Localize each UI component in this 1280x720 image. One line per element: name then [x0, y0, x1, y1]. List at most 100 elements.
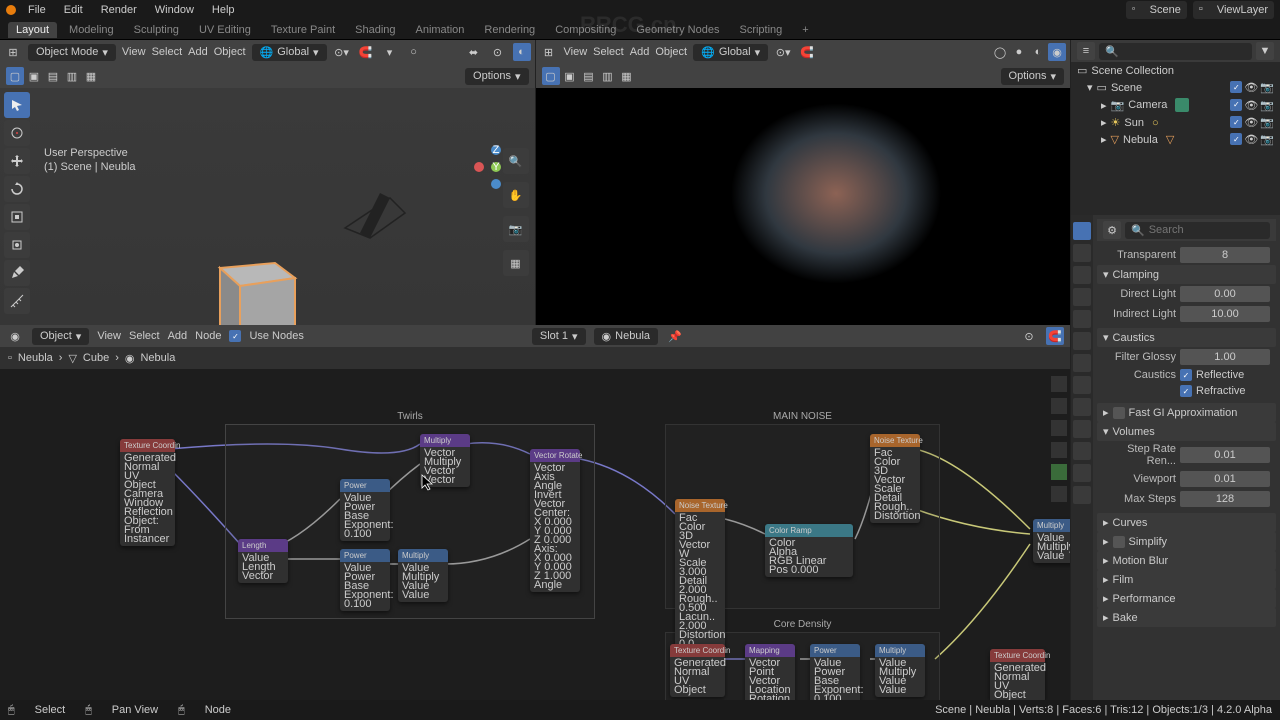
props-tab-data[interactable]	[1073, 442, 1091, 460]
ne-menu-add[interactable]: Add	[168, 330, 188, 342]
node-tex_coord-0[interactable]: Texture CoordinGeneratedNormalUVObjectCa…	[120, 439, 175, 546]
transparent-value[interactable]: 8	[1180, 247, 1270, 263]
node-header[interactable]: Noise Texture	[870, 434, 920, 447]
props-tab-constraints[interactable]	[1073, 420, 1091, 438]
node-header[interactable]: Multiply	[420, 434, 470, 447]
node-header[interactable]: Noise Texture	[675, 499, 725, 512]
tool-move[interactable]	[4, 148, 30, 174]
select-mode-subtract[interactable]: ▤	[580, 67, 598, 85]
viewlayer-selector[interactable]: ▫ ViewLayer	[1193, 1, 1274, 19]
props-tab-world[interactable]	[1073, 310, 1091, 328]
select-mode-box[interactable]: ▢	[6, 67, 24, 85]
props-tab-material[interactable]	[1073, 464, 1091, 482]
vp-menu-view[interactable]: View	[564, 46, 588, 58]
overlay-toggle[interactable]: ⊙	[489, 43, 507, 61]
direct-light-value[interactable]: 0.00	[1180, 286, 1270, 302]
node-header[interactable]: Multiply	[398, 549, 448, 562]
eye-icon[interactable]: 👁	[1244, 99, 1258, 112]
outliner-scene[interactable]: ▾ ▭ Scene ✓👁📷	[1071, 79, 1280, 96]
xray-toggle[interactable]: ◐	[513, 43, 531, 61]
snap-dropdown[interactable]: ▾	[381, 43, 399, 61]
node-multiply1-15[interactable]: MultiplyValueMultiplyValue	[1033, 519, 1070, 563]
snap-toggle[interactable]: 🧲	[357, 43, 375, 61]
vp-menu-add[interactable]: Add	[188, 46, 208, 58]
props-tab-object[interactable]	[1073, 332, 1091, 350]
panel-bake[interactable]: ▸Bake	[1097, 608, 1276, 627]
props-tab-particles[interactable]	[1073, 376, 1091, 394]
tool-scale[interactable]	[4, 204, 30, 230]
select-mode-extend[interactable]: ▣	[25, 67, 43, 85]
eye-icon[interactable]: 👁	[1244, 81, 1258, 94]
sidebar-tab-options[interactable]	[1051, 486, 1067, 502]
step-rate-value[interactable]: 0.01	[1180, 447, 1270, 463]
use-nodes-checkbox[interactable]: ✓	[229, 330, 241, 342]
scene-selector[interactable]: ◦ Scene	[1126, 1, 1187, 19]
node-header[interactable]: Color Ramp	[765, 524, 853, 537]
sidebar-tab-node[interactable]	[1051, 442, 1067, 458]
tab-animation[interactable]: Animation	[408, 22, 473, 38]
shading-rendered[interactable]: ◉	[1048, 43, 1066, 61]
exclude-checkbox[interactable]: ✓	[1230, 116, 1242, 128]
vp-menu-add[interactable]: Add	[630, 46, 650, 58]
pivot-dropdown[interactable]: ⊙▾	[774, 43, 792, 61]
vp-menu-object[interactable]: Object	[655, 46, 687, 58]
breadcrumb-mesh[interactable]: Cube	[83, 352, 109, 364]
panel-motion-blur[interactable]: ▸Motion Blur	[1097, 551, 1276, 570]
shader-type-dropdown[interactable]: Object ▾	[32, 328, 89, 345]
tab-shading[interactable]: Shading	[347, 22, 403, 38]
node-header[interactable]: Multiply	[1033, 519, 1070, 532]
menu-file[interactable]: File	[20, 2, 54, 18]
node-noise_tex2-9[interactable]: Noise TextureFacColor3DVectorScaleDetail…	[870, 434, 920, 523]
vp-menu-select[interactable]: Select	[152, 46, 183, 58]
eye-icon[interactable]: 👁	[1244, 133, 1258, 146]
max-steps-value[interactable]: 128	[1180, 491, 1270, 507]
menu-window[interactable]: Window	[147, 2, 202, 18]
panel-performance[interactable]: ▸Performance	[1097, 589, 1276, 608]
node-color_ramp-8[interactable]: Color RampColorAlphaRGB LinearPos 0.000	[765, 524, 853, 577]
ne-menu-select[interactable]: Select	[129, 330, 160, 342]
menu-render[interactable]: Render	[93, 2, 145, 18]
orientation-dropdown[interactable]: 🌐Global ▾	[693, 44, 768, 61]
sidebar-tab-group[interactable]	[1051, 464, 1067, 480]
menu-help[interactable]: Help	[204, 2, 243, 18]
select-mode-invert[interactable]: ▥	[63, 67, 81, 85]
render-icon[interactable]: 📷	[1260, 116, 1274, 129]
filter-glossy-value[interactable]: 1.00	[1180, 349, 1270, 365]
editor-type-icon[interactable]: ⚙	[1103, 221, 1121, 239]
render-icon[interactable]: 📷	[1260, 133, 1274, 146]
perspective-icon[interactable]: ▦	[503, 250, 529, 276]
tab-modeling[interactable]: Modeling	[61, 22, 122, 38]
panel-volumes[interactable]: ▾Volumes	[1097, 422, 1276, 441]
sidebar-tab-view[interactable]	[1051, 420, 1067, 436]
node-multiply1-4[interactable]: MultiplyValueMultiplyValueValue	[398, 549, 448, 602]
tool-annotate[interactable]	[4, 260, 30, 286]
snap-toggle[interactable]: 🧲	[798, 43, 816, 61]
node-header[interactable]: Power	[340, 549, 390, 562]
ne-menu-view[interactable]: View	[97, 330, 121, 342]
render-icon[interactable]: 📷	[1260, 99, 1274, 112]
node-header[interactable]: Length	[238, 539, 288, 552]
panel-fast-gi[interactable]: ▸Fast GI Approximation	[1097, 403, 1276, 422]
node-power2-3[interactable]: PowerValuePowerBaseExponent: 0.100	[340, 549, 390, 611]
panel-caustics[interactable]: ▾Caustics	[1097, 328, 1276, 347]
node-power1-2[interactable]: PowerValuePowerBaseExponent: 0.100	[340, 479, 390, 541]
shading-material[interactable]: ◐	[1029, 43, 1047, 61]
select-mode-invert[interactable]: ▥	[599, 67, 617, 85]
tab-layout[interactable]: Layout	[8, 22, 57, 38]
node-header[interactable]: Texture Coordin	[120, 439, 175, 452]
tool-cursor[interactable]	[4, 120, 30, 146]
breadcrumb-mat[interactable]: Nebula	[140, 352, 175, 364]
editor-type-icon[interactable]: ⊞	[540, 43, 558, 61]
pan-icon[interactable]: ✋	[503, 182, 529, 208]
overlay-toggle[interactable]: ⊙	[1020, 327, 1038, 345]
outliner-search[interactable]: 🔍	[1099, 43, 1252, 60]
node-header[interactable]: Mapping	[745, 644, 795, 657]
exclude-checkbox[interactable]: ✓	[1230, 133, 1242, 145]
tab-sculpting[interactable]: Sculpting	[126, 22, 187, 38]
zoom-icon[interactable]: 🔍	[503, 148, 529, 174]
node-header[interactable]: Power	[340, 479, 390, 492]
menu-edit[interactable]: Edit	[56, 2, 91, 18]
tool-select-box[interactable]	[4, 92, 30, 118]
select-mode-subtract[interactable]: ▤	[44, 67, 62, 85]
panel-curves[interactable]: ▸Curves	[1097, 513, 1276, 532]
